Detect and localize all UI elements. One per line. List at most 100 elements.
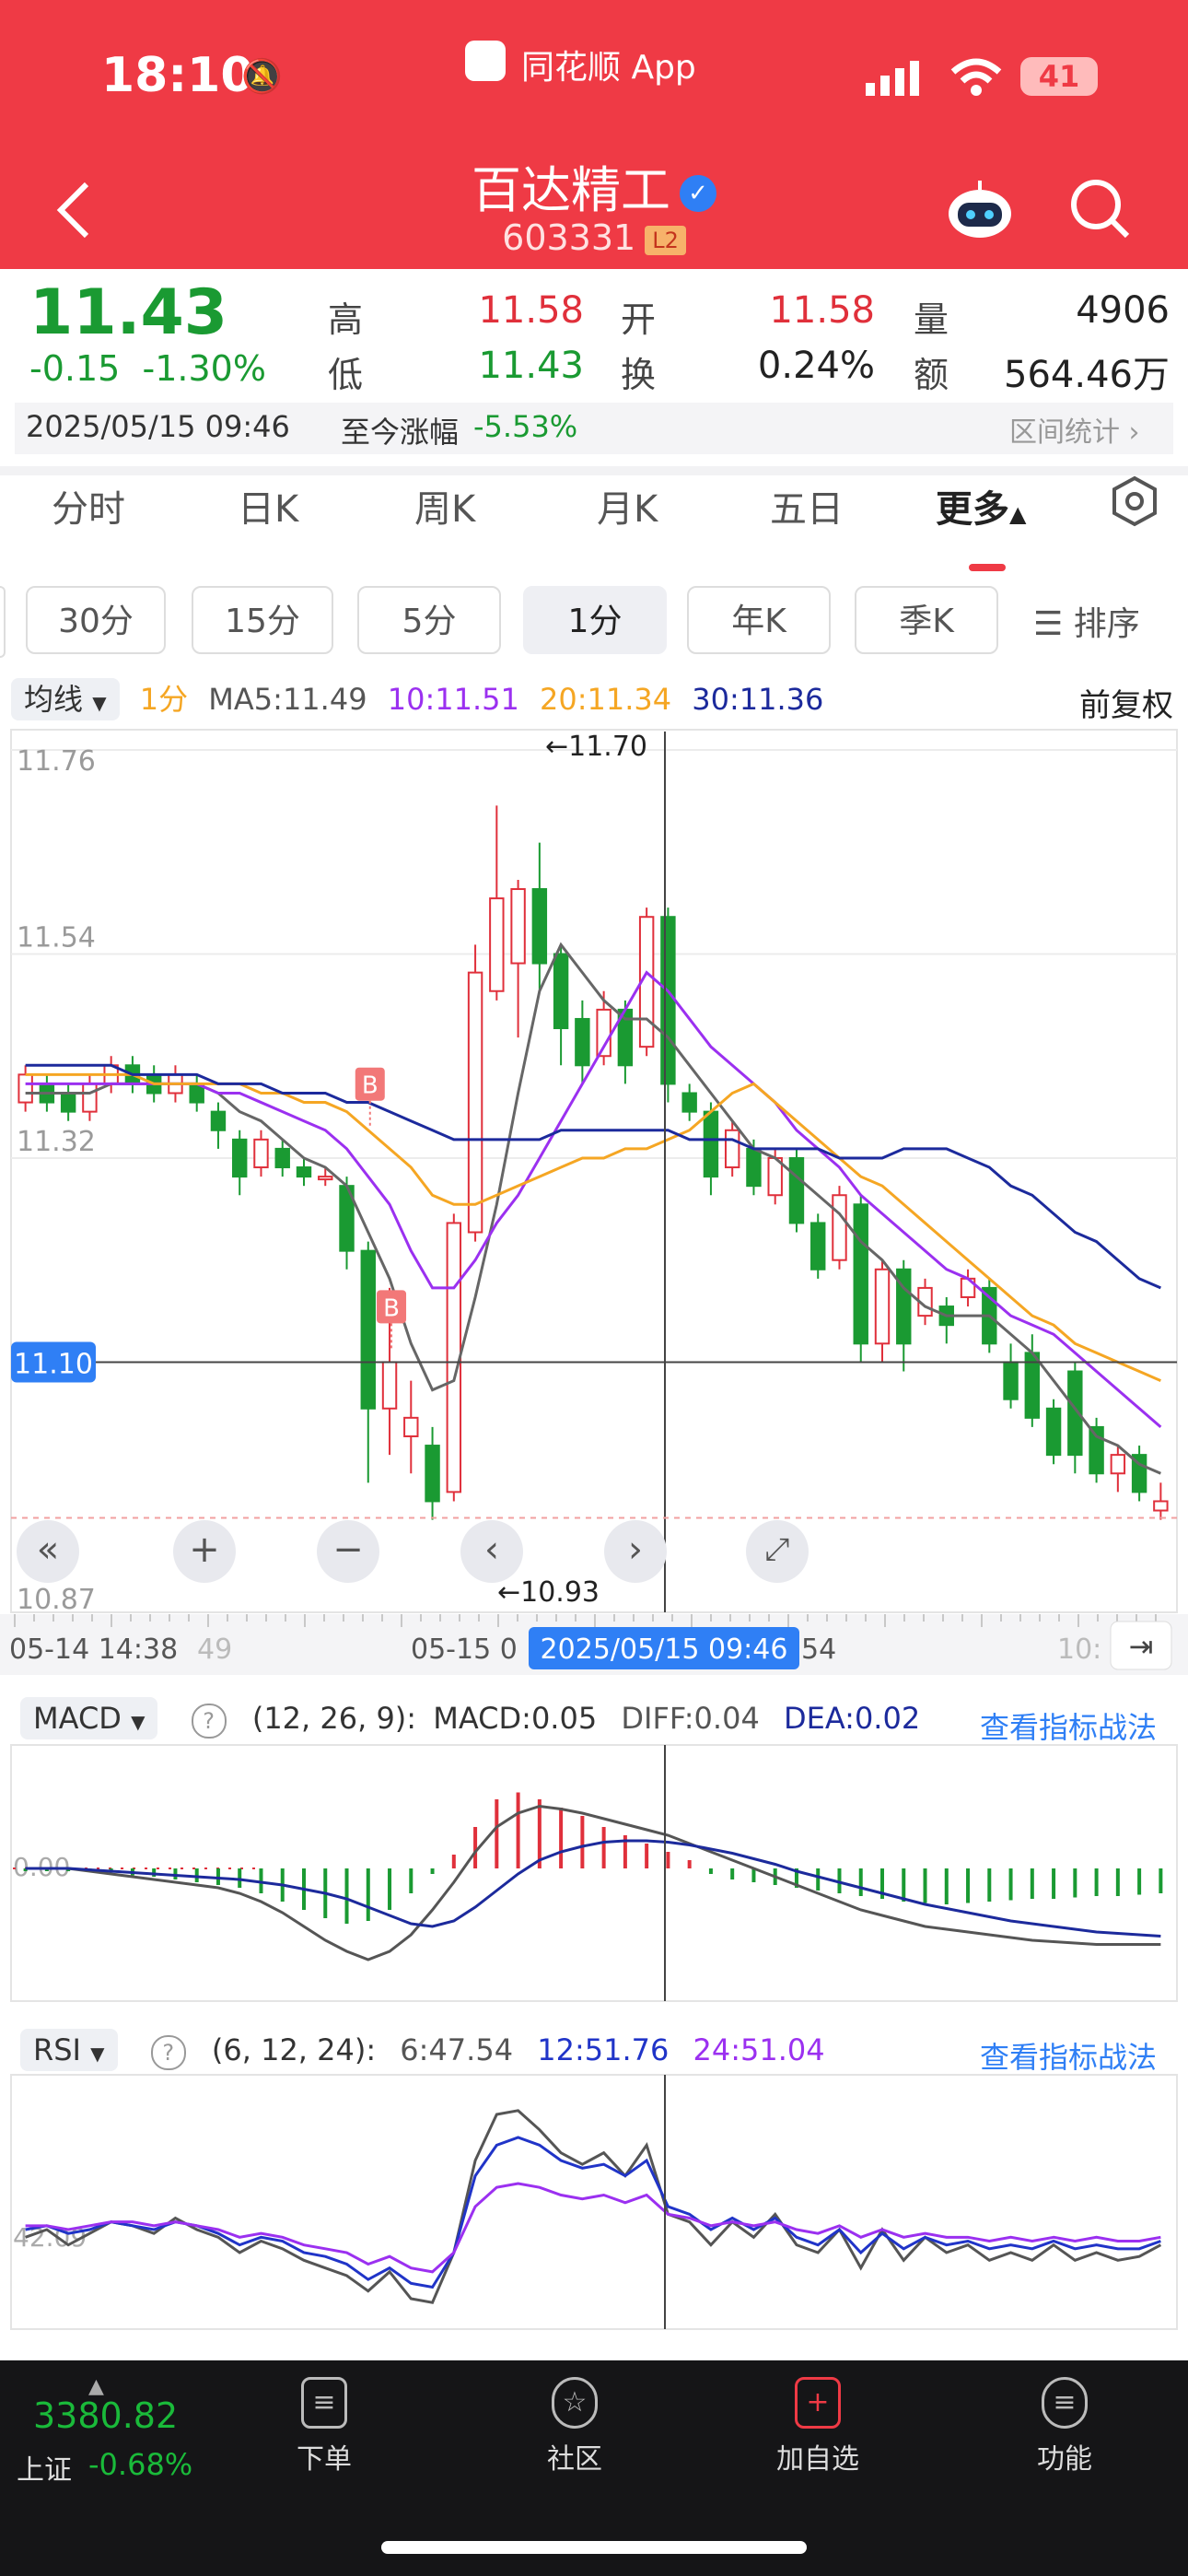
zoom-in-button[interactable]: +	[173, 1520, 236, 1583]
rsi-dropdown-label: RSI	[33, 2032, 81, 2067]
help-icon[interactable]: ?	[191, 1704, 227, 1739]
macd-dropdown-label: MACD	[33, 1701, 122, 1736]
candle-body	[296, 1166, 312, 1178]
chevron-right-icon: ›	[628, 1528, 643, 1571]
tab-monthly-k[interactable]: 月K	[597, 479, 658, 533]
candle-body	[681, 1092, 697, 1113]
y-tick-label: 11.32	[17, 1126, 96, 1158]
nav-order[interactable]: ≡ 下单	[250, 2377, 398, 2476]
cross-price-label: 11.10	[14, 1348, 93, 1380]
chip-5min[interactable]: 5分	[357, 586, 501, 654]
chip-year-k[interactable]: 年K	[687, 586, 831, 654]
caret-up-icon: ▲	[1009, 501, 1027, 527]
macd-params: (12, 26, 9):	[251, 1701, 417, 1736]
list-icon: ☰	[1033, 605, 1064, 643]
candle-body	[1089, 1425, 1104, 1475]
candle-body	[403, 1416, 419, 1437]
tab-more[interactable]: 更多▲	[936, 479, 1026, 533]
chevron-right-icon: ›	[1128, 416, 1140, 449]
fast-back-button[interactable]: «	[17, 1520, 79, 1583]
rsi-line-rsi6	[25, 2109, 1162, 2304]
current-price: 11.43	[29, 276, 228, 349]
chip-1min[interactable]: 1分	[523, 586, 667, 654]
nav-add-watchlist[interactable]: + 加自选	[744, 2377, 891, 2476]
chip-30min[interactable]: 30分	[26, 586, 166, 654]
macd-legend: MACD ▼ ? (12, 26, 9): MACD:0.05 DIFF:0.0…	[20, 1697, 920, 1739]
nav-community[interactable]: ☆ 社区	[501, 2377, 648, 2476]
robot-icon[interactable]	[945, 177, 1015, 245]
step-right-button[interactable]: ›	[604, 1520, 667, 1583]
adjust-mode-button[interactable]: 前复权	[1079, 680, 1173, 725]
search-button[interactable]	[1068, 177, 1133, 245]
tab-timeshare[interactable]: 分时	[52, 479, 125, 533]
ma-dropdown-label: 均线	[24, 682, 84, 717]
chip-15min[interactable]: 15分	[192, 586, 333, 654]
index-name: 上证	[17, 2454, 72, 2487]
buy-marker-label: B	[383, 1294, 400, 1322]
tab-weekly-k[interactable]: 周K	[414, 479, 475, 533]
caret-down-icon: ▼	[90, 2043, 105, 2065]
range-stats-button[interactable]: 区间统计 ›	[1009, 409, 1140, 450]
help-icon[interactable]: ?	[150, 2035, 186, 2070]
volume-value: 4906	[1076, 289, 1170, 332]
x-axis-label-mid2: 05-15 0	[411, 1633, 518, 1666]
macd-chart[interactable]: 0.00	[0, 1743, 1188, 2003]
candle-body	[853, 1203, 868, 1345]
candle-body	[489, 897, 505, 992]
tab-more-label: 更多	[936, 488, 1009, 531]
candle-body	[575, 1017, 590, 1067]
tab-daily-k[interactable]: 日K	[238, 479, 298, 533]
index-change: -0.68%	[88, 2447, 193, 2482]
caret-down-icon: ▼	[131, 1711, 146, 1733]
amount-label: 额	[914, 355, 949, 395]
tab-five-day[interactable]: 五日	[770, 479, 844, 533]
diff-value: DIFF:0.04	[621, 1701, 760, 1736]
candle-body	[1045, 1407, 1062, 1457]
rsi-dropdown[interactable]: RSI ▼	[20, 2029, 118, 2071]
price-change: -0.15 -1.30%	[29, 348, 266, 389]
interval-chips: 30分 15分 5分 1分 年K 季K ☰ 排序	[0, 586, 1188, 660]
candle-body	[210, 1110, 227, 1131]
volume-label: 量	[914, 299, 949, 340]
amount-value: 564.46万	[1004, 354, 1170, 396]
level2-badge[interactable]: L2	[645, 225, 686, 255]
macd-frame	[10, 1744, 1178, 2002]
sort-button[interactable]: ☰ 排序	[1033, 597, 1140, 645]
candle-body	[467, 971, 483, 1234]
status-app-name: 同花顺 App	[521, 49, 696, 87]
zoom-out-button[interactable]: −	[317, 1520, 379, 1583]
fullscreen-button[interactable]: ⤢	[746, 1520, 809, 1583]
turnover-label: 换	[621, 355, 657, 395]
ma30-value: 30:11.36	[692, 682, 824, 717]
candle-body	[531, 888, 548, 965]
rsi-legend: RSI ▼ ? (6, 12, 24): 6:47.54 12:51.76 24…	[20, 2029, 825, 2071]
low-value: 11.43	[478, 345, 584, 387]
candle-body	[232, 1138, 248, 1178]
macd-dropdown[interactable]: MACD ▼	[20, 1697, 158, 1739]
candle-body	[788, 1156, 805, 1224]
plus-square-icon: +	[795, 2377, 841, 2429]
star-circle-icon: ☆	[552, 2377, 598, 2429]
ma-interval: 1分	[139, 682, 189, 717]
rsi-params: (6, 12, 24):	[211, 2032, 377, 2067]
chevron-left-icon: ‹	[484, 1528, 499, 1571]
nav-functions-label: 功能	[1037, 2443, 1092, 2476]
index-value[interactable]: 3380.82	[33, 2395, 178, 2436]
ma-dropdown[interactable]: 均线 ▼	[11, 678, 120, 720]
macd-strategy-link[interactable]: 查看指标战法	[980, 1704, 1157, 1747]
nav-functions[interactable]: ≡ 功能	[991, 2377, 1138, 2476]
chip-quarter-k[interactable]: 季K	[855, 586, 998, 654]
y-tick-label: 11.54	[17, 921, 96, 954]
ma-legend: 均线 ▼ 1分 MA5:11.49 10:11.51 20:11.34 30:1…	[11, 676, 1177, 720]
rsi-strategy-link[interactable]: 查看指标战法	[980, 2034, 1157, 2077]
divider	[0, 466, 1188, 475]
chart-frame	[10, 729, 1178, 1613]
ytd-label: 至今涨幅	[341, 415, 460, 450]
x-axis-label-right: 10:	[1057, 1633, 1101, 1666]
low-label: 低	[328, 355, 364, 395]
rsi-chart[interactable]: 42.09	[0, 2073, 1188, 2331]
nav-order-label: 下单	[297, 2443, 352, 2476]
step-left-button[interactable]: ‹	[460, 1520, 523, 1583]
candle-body	[360, 1249, 376, 1410]
hexagon-settings-icon[interactable]	[1109, 475, 1160, 531]
